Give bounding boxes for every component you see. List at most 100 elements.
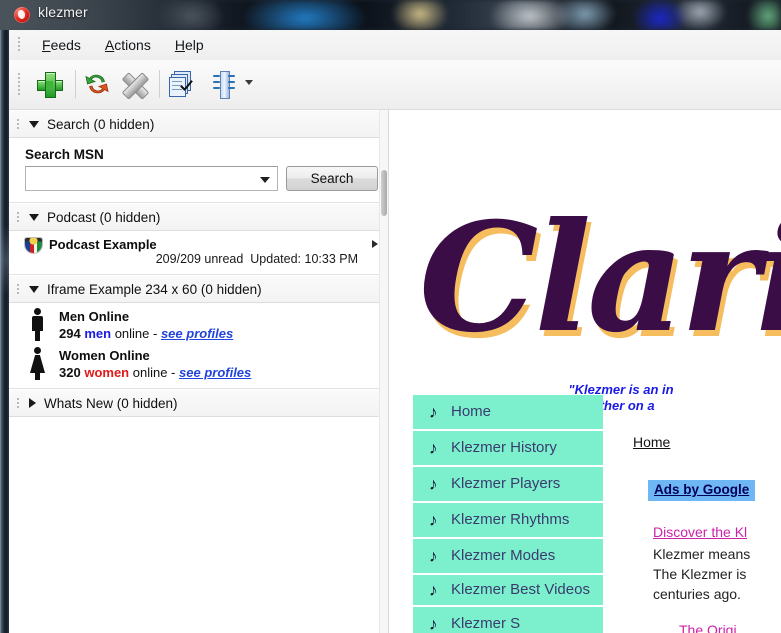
menu-help-accel: H — [174, 37, 185, 53]
search-combobox[interactable] — [25, 166, 278, 191]
sidebar-scrollbar[interactable] — [379, 110, 388, 633]
feed-item-podcast-example[interactable]: Podcast Example 209/209 unread Updated: … — [9, 231, 388, 274]
section-header-search[interactable]: Search (0 hidden) — [9, 110, 388, 138]
ads-by-google-badge[interactable]: Ads by Google — [648, 480, 756, 501]
chevron-right-icon-whats-new[interactable] — [29, 398, 36, 408]
mark-all-read-button[interactable] — [164, 67, 200, 101]
window-title: klezmer — [38, 4, 88, 20]
ad-item-women-online[interactable]: Women Online 320 women online - see prof… — [9, 345, 388, 384]
add-feed-button[interactable] — [31, 67, 67, 101]
feeds-sidebar: Search (0 hidden) Search MSN Search Podc… — [9, 110, 389, 633]
woman-icon — [29, 347, 46, 383]
section-body-iframe: Men Online 294 men online - see profiles… — [9, 303, 388, 389]
section-grip-search[interactable] — [16, 117, 20, 131]
section-header-iframe[interactable]: Iframe Example 234 x 60 (0 hidden) — [9, 275, 388, 303]
klezmer-app-window: klezmer Feeds Actions Help Search (0 hid… — [0, 0, 781, 633]
filter-button[interactable] — [205, 67, 241, 101]
chevron-down-icon-iframe[interactable] — [29, 285, 39, 293]
sidebar-scrollbar-thumb[interactable] — [381, 170, 387, 216]
mark-read-icon — [169, 71, 196, 97]
chevron-right-icon-feed[interactable] — [372, 240, 378, 248]
article-link-discover[interactable]: Discover the Kl — [653, 524, 747, 540]
feed-title: Podcast Example — [49, 237, 157, 252]
article-link-origins[interactable]: The Origi — [679, 622, 737, 633]
clarinet-logo-wordmark: Clari — [419, 190, 781, 366]
article-body: Klezmer means The Klezmer is centuries a… — [653, 544, 781, 604]
title-bar: klezmer — [0, 0, 781, 30]
feed-content-pane: Clari "Klezmer is an in rather on a Home… — [389, 110, 781, 633]
ad-line-women: 320 women online - see profiles — [59, 364, 388, 382]
ad-item-men-online[interactable]: Men Online 294 men online - see profiles — [9, 306, 388, 345]
menu-actions[interactable]: Actions — [94, 34, 162, 56]
filter-icon — [213, 71, 235, 99]
ad-line-men: 294 men online - see profiles — [59, 325, 388, 343]
menu-item-list: Feeds Actions Help — [31, 30, 217, 60]
nav-item-klezmer-s-label: Klezmer S — [451, 615, 521, 632]
music-note-icon: ♪ — [429, 510, 438, 530]
ad-count-women: 320 — [59, 365, 81, 380]
chevron-down-icon-podcast[interactable] — [29, 213, 39, 221]
music-note-icon: ♪ — [429, 474, 438, 494]
nav-item-klezmer-s[interactable]: ♪ Klezmer S — [413, 607, 603, 633]
nav-item-klezmer-best-videos[interactable]: ♪ Klezmer Best Videos — [413, 575, 603, 605]
refresh-button[interactable] — [79, 67, 115, 101]
toolbar — [9, 60, 781, 110]
menu-help-label: elp — [184, 37, 204, 53]
ads-by-google-label: Ads by Google — [654, 482, 750, 497]
nav-item-klezmer-players[interactable]: ♪ Klezmer Players — [413, 467, 603, 501]
section-header-whats-new[interactable]: Whats New (0 hidden) — [9, 389, 388, 417]
nav-item-klezmer-rhythms-label: Klezmer Rhythms — [451, 511, 570, 528]
filter-dropdown-caret[interactable] — [245, 80, 253, 85]
menu-feeds[interactable]: Feeds — [31, 34, 92, 56]
music-note-icon: ♪ — [429, 402, 438, 422]
klezmer-app-icon — [14, 7, 30, 23]
chevron-down-icon-search-combo[interactable] — [260, 177, 270, 183]
plus-icon — [37, 72, 63, 98]
search-row: Search — [9, 166, 388, 202]
menu-help[interactable]: Help — [164, 34, 215, 56]
article-line-1: Klezmer means — [653, 546, 751, 562]
section-grip-iframe[interactable] — [16, 282, 20, 296]
delete-x-icon — [121, 72, 150, 100]
nav-item-klezmer-history[interactable]: ♪ Klezmer History — [413, 431, 603, 465]
search-button[interactable]: Search — [286, 166, 378, 191]
feed-favicon-icon — [25, 238, 42, 254]
chevron-down-icon-search[interactable] — [29, 120, 39, 128]
see-profiles-link-men[interactable]: see profiles — [161, 326, 233, 341]
music-note-icon: ♪ — [429, 614, 438, 633]
menu-feeds-label: eeds — [50, 37, 81, 53]
nav-item-klezmer-best-videos-label: Klezmer Best Videos — [451, 581, 590, 598]
nav-item-klezmer-history-label: Klezmer History — [451, 439, 557, 456]
refresh-icon — [84, 72, 110, 97]
section-grip-podcast[interactable] — [16, 210, 20, 224]
nav-item-klezmer-rhythms[interactable]: ♪ Klezmer Rhythms — [413, 503, 603, 537]
nav-item-home[interactable]: ♪ Home — [413, 395, 603, 429]
search-input[interactable] — [29, 169, 255, 190]
section-title-search: Search (0 hidden) — [47, 116, 155, 132]
search-label: Search MSN — [25, 147, 104, 162]
ad-suffix-men: online - — [114, 326, 158, 341]
nav-item-home-label: Home — [451, 403, 492, 420]
section-title-whats-new: Whats New (0 hidden) — [44, 395, 178, 411]
music-note-icon: ♪ — [429, 580, 438, 600]
feed-unread-count: 209/209 unread — [155, 252, 244, 266]
delete-button[interactable] — [117, 67, 153, 101]
nav-item-klezmer-modes-label: Klezmer Modes — [451, 547, 556, 564]
section-grip-whats-new[interactable] — [16, 396, 20, 410]
section-header-podcast[interactable]: Podcast (0 hidden) — [9, 203, 388, 231]
nav-item-klezmer-modes[interactable]: ♪ Klezmer Modes — [413, 539, 603, 573]
ad-kind-men: men — [84, 326, 112, 341]
music-note-icon: ♪ — [429, 546, 438, 566]
menu-bar-grip[interactable] — [17, 36, 21, 53]
ad-kind-women: women — [84, 365, 130, 380]
feed-updated-time: Updated: 10:33 PM — [250, 252, 358, 266]
section-title-iframe: Iframe Example 234 x 60 (0 hidden) — [47, 281, 262, 297]
ad-suffix-women: online - — [132, 365, 176, 380]
menu-feeds-accel: F — [42, 37, 51, 53]
menu-bar: Feeds Actions Help — [9, 30, 781, 61]
toolbar-grip[interactable] — [17, 72, 21, 97]
section-body-podcast: Podcast Example 209/209 unread Updated: … — [9, 231, 388, 275]
ad-heading-women: Women Online — [59, 348, 150, 363]
breadcrumb[interactable]: Home — [633, 434, 670, 450]
see-profiles-link-women[interactable]: see profiles — [179, 365, 251, 380]
